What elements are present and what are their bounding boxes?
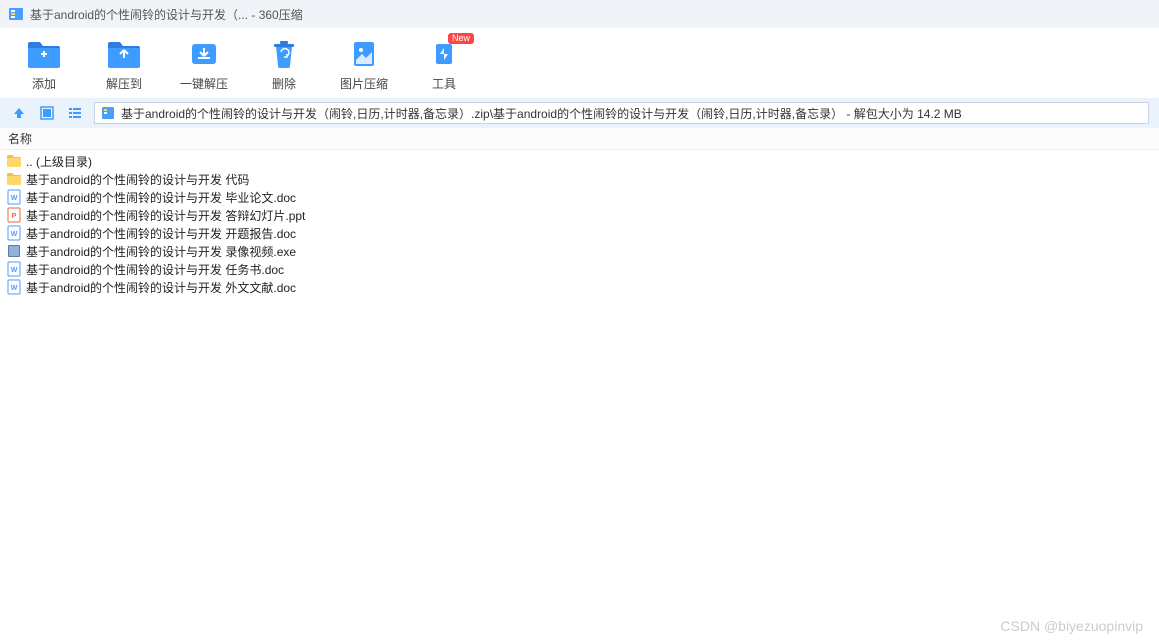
one-click-extract-label: 一键解压 [180,75,228,92]
pathbar: 基于android的个性闹铃的设计与开发（闹铃,日历,计时器,备忘录）.zip\… [0,98,1159,128]
path-input[interactable]: 基于android的个性闹铃的设计与开发（闹铃,日历,计时器,备忘录）.zip\… [94,102,1149,124]
delete-label: 删除 [272,75,296,92]
file-name: 基于android的个性闹铃的设计与开发 外文文献.doc [26,279,296,296]
view-detail-icon[interactable] [38,104,56,122]
file-row[interactable]: P 基于android的个性闹铃的设计与开发 答辩幻灯片.ppt [6,206,1153,224]
file-name: 基于android的个性闹铃的设计与开发 代码 [26,171,249,188]
watermark: CSDN @biyezuopinvip [1000,618,1143,634]
svg-text:W: W [11,195,18,202]
image-compress-icon [346,37,382,71]
file-row[interactable]: 基于android的个性闹铃的设计与开发 录像视频.exe [6,242,1153,260]
svg-text:W: W [11,231,18,238]
file-list: .. (上级目录)基于android的个性闹铃的设计与开发 代码 W 基于andro… [0,150,1159,298]
file-name: 基于android的个性闹铃的设计与开发 开题报告.doc [26,225,296,242]
image-compress-button[interactable]: 图片压缩 [340,37,388,92]
path-text: 基于android的个性闹铃的设计与开发（闹铃,日历,计时器,备忘录）.zip\… [121,105,962,122]
svg-text:P: P [12,213,17,220]
folder-icon [6,171,22,187]
columns-header: 名称 [0,128,1159,150]
up-icon[interactable] [10,104,28,122]
file-row[interactable]: W 基于android的个性闹铃的设计与开发 外文文献.doc [6,278,1153,296]
file-name: 基于android的个性闹铃的设计与开发 录像视频.exe [26,243,296,260]
folder-up-icon [6,153,22,169]
toolbar: 添加 解压到 一键解压 删除 图片压缩 New 工具 [0,28,1159,98]
zip-file-icon [101,106,115,120]
svg-text:W: W [11,285,18,292]
file-row[interactable]: .. (上级目录) [6,152,1153,170]
add-button[interactable]: 添加 [20,37,68,92]
new-badge: New [448,33,474,44]
ppt-icon: P [6,207,22,223]
svg-text:W: W [11,267,18,274]
view-list-icon[interactable] [66,104,84,122]
app-icon [8,6,24,22]
doc-icon: W [6,225,22,241]
file-row[interactable]: W 基于android的个性闹铃的设计与开发 任务书.doc [6,260,1153,278]
file-name: 基于android的个性闹铃的设计与开发 任务书.doc [26,261,284,278]
file-row[interactable]: W 基于android的个性闹铃的设计与开发 开题报告.doc [6,224,1153,242]
delete-icon [266,37,302,71]
file-name: .. (上级目录) [26,153,92,170]
file-name: 基于android的个性闹铃的设计与开发 毕业论文.doc [26,189,296,206]
doc-icon: W [6,189,22,205]
tools-button[interactable]: New 工具 [420,37,468,92]
file-row[interactable]: W 基于android的个性闹铃的设计与开发 毕业论文.doc [6,188,1153,206]
window-title: 基于android的个性闹铃的设计与开发（... - 360压缩 [30,6,303,23]
extract-to-icon [106,37,142,71]
one-click-extract-icon [186,37,222,71]
doc-icon: W [6,261,22,277]
extract-to-label: 解压到 [106,75,142,92]
file-row[interactable]: 基于android的个性闹铃的设计与开发 代码 [6,170,1153,188]
file-name: 基于android的个性闹铃的设计与开发 答辩幻灯片.ppt [26,207,305,224]
tools-label: 工具 [432,75,456,92]
add-label: 添加 [32,75,56,92]
extract-to-button[interactable]: 解压到 [100,37,148,92]
delete-button[interactable]: 删除 [260,37,308,92]
titlebar: 基于android的个性闹铃的设计与开发（... - 360压缩 [0,0,1159,28]
add-icon [26,37,62,71]
image-compress-label: 图片压缩 [340,75,388,92]
one-click-extract-button[interactable]: 一键解压 [180,37,228,92]
doc-icon: W [6,279,22,295]
column-name[interactable]: 名称 [8,130,32,147]
exe-icon [6,243,22,259]
